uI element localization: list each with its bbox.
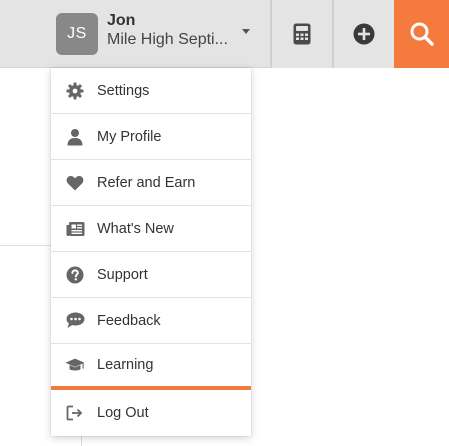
menu-item-label: Support [97, 266, 148, 283]
speech-bubble-icon [65, 311, 85, 331]
top-bar: JS Jon Mile High Septi... [0, 0, 449, 68]
user-name: Jon [107, 12, 136, 29]
menu-item-label: Log Out [97, 405, 149, 421]
menu-item-label: My Profile [97, 128, 162, 145]
menu-item-whats-new[interactable]: What's New [51, 206, 251, 252]
background-divider [0, 245, 52, 246]
menu-item-support[interactable]: Support [51, 252, 251, 298]
menu-item-refer-and-earn[interactable]: Refer and Earn [51, 160, 251, 206]
calculator-button[interactable] [272, 0, 332, 68]
newspaper-icon [65, 219, 85, 239]
menu-item-learning[interactable]: Learning [51, 344, 251, 390]
calculator-icon [293, 23, 311, 45]
graduation-cap-icon [65, 355, 85, 375]
menu-item-label: Settings [97, 82, 150, 99]
menu-item-feedback[interactable]: Feedback [51, 298, 251, 344]
search-button[interactable] [394, 0, 449, 68]
avatar: JS [56, 13, 98, 55]
gear-icon [65, 81, 85, 101]
menu-item-settings[interactable]: Settings [51, 68, 251, 114]
add-button[interactable] [334, 0, 394, 68]
sign-out-icon [65, 403, 85, 423]
search-icon [410, 22, 434, 46]
menu-item-label: Learning [97, 357, 154, 373]
menu-item-label: What's New [97, 220, 174, 237]
chevron-down-icon [242, 29, 250, 34]
menu-item-my-profile[interactable]: My Profile [51, 114, 251, 160]
person-icon [65, 127, 85, 147]
menu-item-log-out[interactable]: Log Out [51, 390, 251, 436]
user-menu-toggle[interactable]: JS Jon Mile High Septi... [42, 0, 268, 68]
menu-item-label: Refer and Earn [97, 174, 196, 191]
plus-circle-icon [353, 23, 375, 45]
question-circle-icon [65, 265, 85, 285]
menu-item-label: Feedback [97, 312, 161, 329]
heart-icon [65, 173, 85, 193]
organization-name: Mile High Septi... [107, 31, 228, 48]
user-dropdown-menu: Settings My Profile Refer and Earn What'… [51, 68, 251, 436]
